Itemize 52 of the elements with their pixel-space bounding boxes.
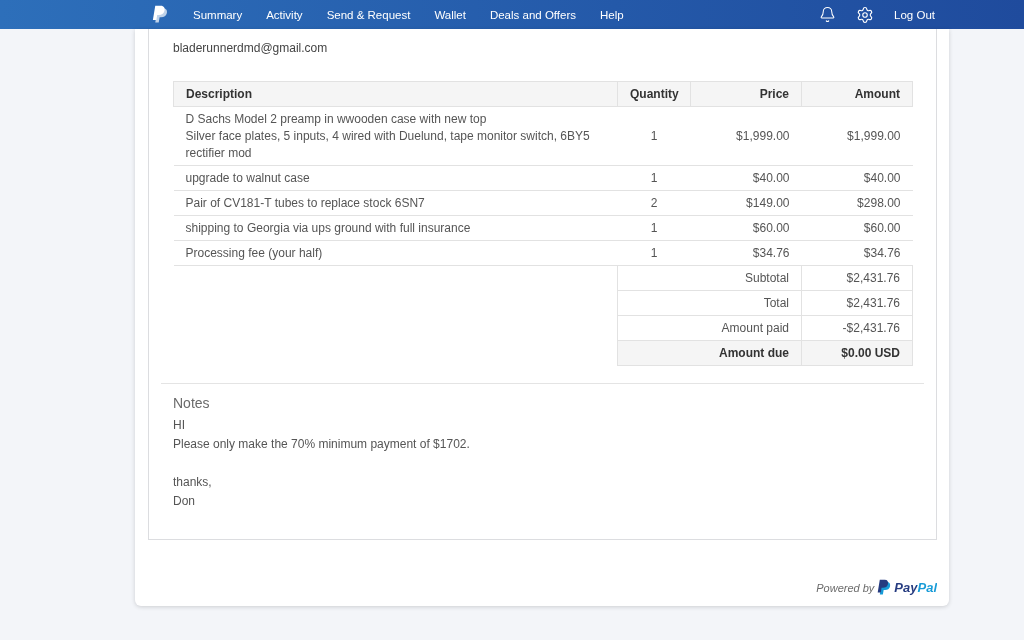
note-line: thanks, [173,474,213,491]
table-cell: $34.76 [801,240,913,266]
summary-value: -$2,431.76 [801,315,913,341]
table-cell: 2 [617,190,691,216]
summary-label: Total [617,290,802,316]
table-cell: 1 [617,165,691,191]
summary-value: $2,431.76 [801,265,913,291]
table-cell: $40.00 [690,165,802,191]
summary-value: $2,431.76 [801,290,913,316]
recipient-email: bladerunnerdmd@gmail.com [173,41,329,55]
summary-label: Subtotal [617,265,802,291]
table-cell: $40.00 [801,165,913,191]
table-cell: $34.76 [690,240,802,266]
note-line: Please only make the 70% minimum payment of $1702. [173,436,471,453]
table-cell: 1 [617,215,691,241]
item-name: D Sachs Model 2 preamp in wwooden case with new top [185,111,488,128]
nav-link[interactable]: Wallet [434,7,466,22]
table-cell: $149.00 [690,190,802,216]
table-cell: $298.00 [801,190,913,216]
note-line: HI [173,417,186,434]
logo-icon [877,579,892,596]
nav-link[interactable]: Help [600,7,624,22]
nav-link[interactable]: Send & Request [326,7,411,22]
table-cell: $1,999.00 [801,106,913,166]
summary-label: Amount due [617,340,802,366]
summary-label: Amount paid [617,315,802,341]
logout-link[interactable]: Log Out [894,7,935,22]
notes-heading: Notes [173,395,211,412]
item-name: upgrade to walnut case [173,165,618,191]
table-cell: $60.00 [690,215,802,241]
item-details: Silver face plates, 5 inputs, 4 wired with Duelund, tape monitor switch, 6BY5 rectifier mod [185,128,591,162]
brand-wordmark: PayPal [894,580,937,595]
item-name: Processing fee (your half) [173,240,618,266]
bell-icon[interactable] [819,6,837,23]
item-name: shipping to Georgia via ups ground with full insurance [173,215,618,241]
column-header: Amount [801,81,913,107]
summary-value: $0.00 USD [801,340,913,366]
table-cell: $1,999.00 [690,106,802,166]
nav-link[interactable]: Deals and Offers [489,7,576,22]
logo-icon[interactable] [152,5,168,24]
powered-by-text: Powered by [816,580,875,595]
column-header: Description [173,81,618,107]
nav-link[interactable]: Summary [193,7,243,22]
column-header: Price [690,81,802,107]
column-header: Quantity [617,81,691,107]
item-name: Pair of CV181-T tubes to replace stock 6SN7 [173,190,618,216]
table-cell: 1 [617,106,691,166]
table-cell: 1 [617,240,691,266]
note-line: Don [173,493,196,510]
settings-icon[interactable] [856,5,875,24]
nav-link[interactable]: Activity [266,7,303,22]
table-cell: $60.00 [801,215,913,241]
